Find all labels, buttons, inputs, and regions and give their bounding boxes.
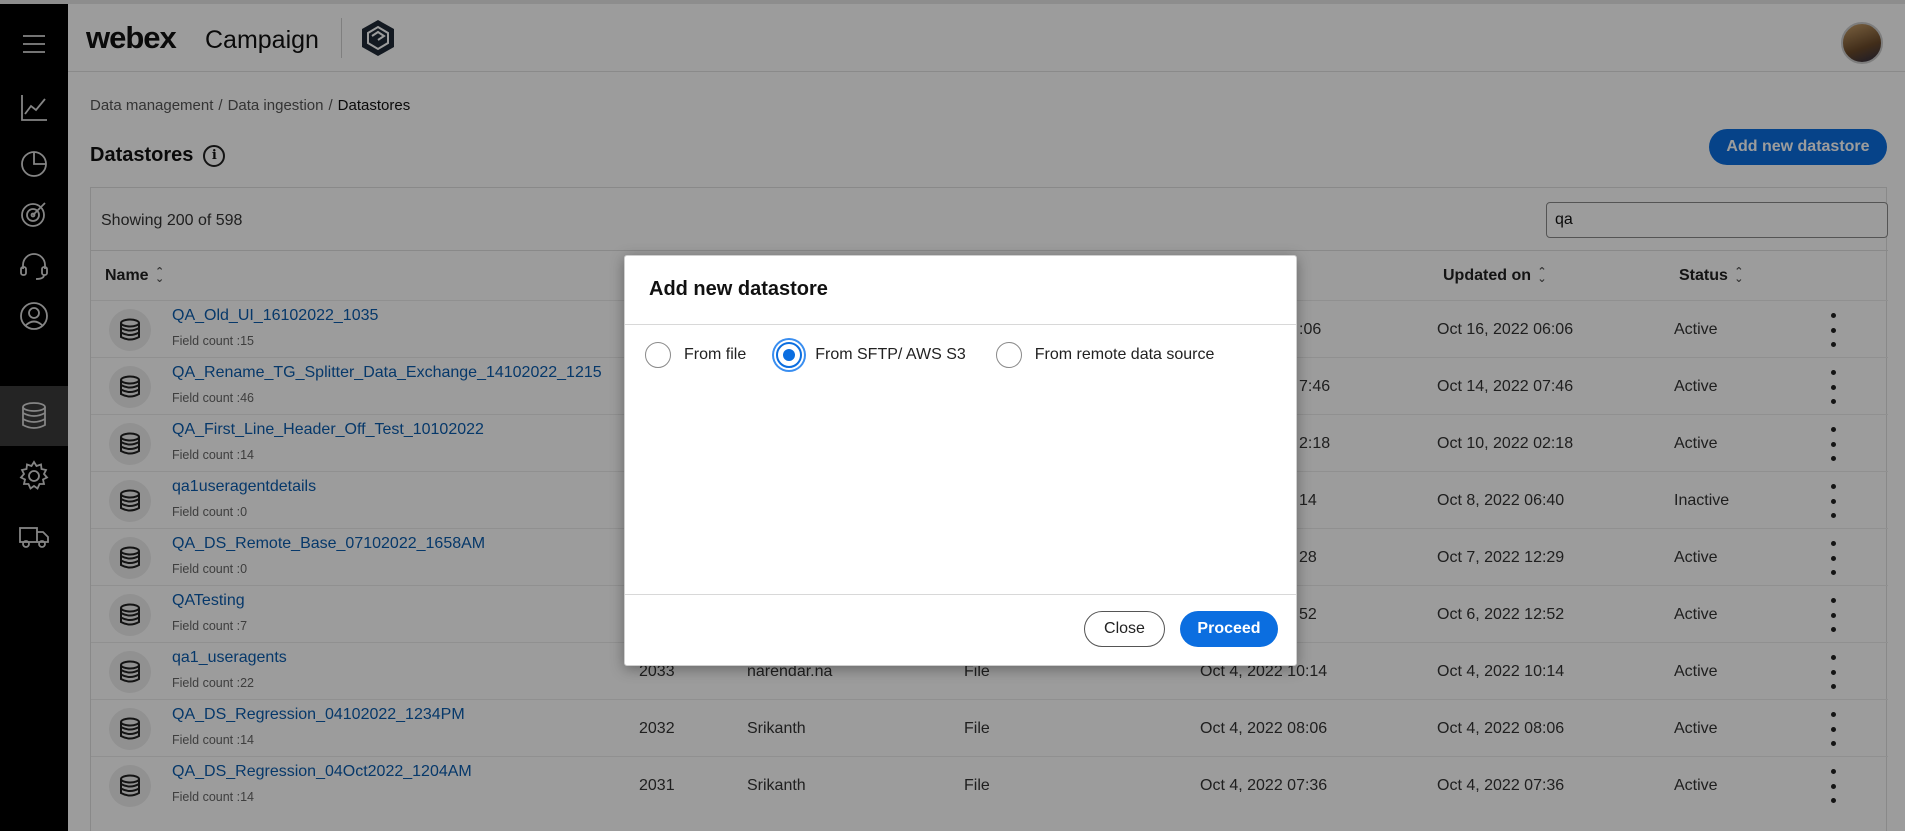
radio-from-sftp-aws-s3[interactable]: From SFTP/ AWS S3 xyxy=(776,342,966,368)
dialog-footer-divider xyxy=(625,594,1296,595)
source-type-radio-group: From file From SFTP/ AWS S3 From remote … xyxy=(645,341,1244,369)
radio-label: From file xyxy=(684,346,747,363)
dialog-title: Add new datastore xyxy=(649,278,828,300)
radio-circle[interactable] xyxy=(995,342,1022,368)
proceed-button[interactable]: Proceed xyxy=(1180,611,1278,647)
add-datastore-dialog: Add new datastore From file From SFTP/ A… xyxy=(624,255,1297,666)
radio-from-remote-data-source[interactable]: From remote data source xyxy=(995,342,1215,368)
radio-label: From remote data source xyxy=(1034,346,1215,363)
radio-circle-selected[interactable] xyxy=(776,342,803,368)
close-button[interactable]: Close xyxy=(1084,611,1165,647)
radio-from-file[interactable]: From file xyxy=(645,342,746,368)
radio-circle[interactable] xyxy=(645,342,671,368)
radio-label: From SFTP/ AWS S3 xyxy=(815,346,966,363)
dialog-divider xyxy=(625,324,1296,325)
